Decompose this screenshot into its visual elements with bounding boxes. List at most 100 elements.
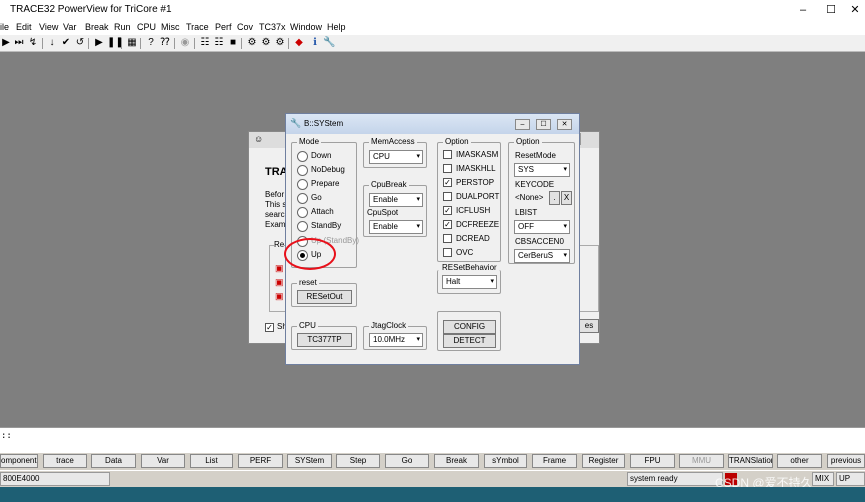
mode-down-radio[interactable]: Down	[297, 149, 331, 162]
option-label: IMASKASM	[456, 150, 499, 159]
option-icflush-checkbox[interactable]: ✓ ICFLUSH	[443, 204, 490, 217]
softkey-step[interactable]: Step	[336, 454, 380, 468]
menu-var[interactable]: Var	[63, 22, 76, 32]
softkey-go[interactable]: Go	[385, 454, 429, 468]
step-down-icon[interactable]: ↓	[46, 37, 58, 49]
command-prompt: ::	[1, 431, 12, 441]
softkey-previous[interactable]: previous	[827, 454, 865, 468]
menu-perf[interactable]: Perf	[215, 22, 232, 32]
dialog-close-button[interactable]: ✕	[557, 119, 572, 130]
step-diverge-icon[interactable]: ↯	[27, 37, 39, 49]
wrench-icon[interactable]: 🔧	[323, 37, 335, 49]
view2-icon[interactable]: ⚙	[260, 37, 272, 49]
grid-icon[interactable]: ☷	[213, 37, 225, 49]
softkey-translation[interactable]: TRANSlation	[728, 454, 773, 468]
softkey-perf[interactable]: PERF	[238, 454, 283, 468]
mode-go-radio[interactable]: Go	[297, 191, 322, 204]
menu-file[interactable]: ile	[0, 22, 9, 32]
mode-nodebug-radio[interactable]: NoDebug	[297, 163, 345, 176]
cpu-button[interactable]: TC377TP	[297, 333, 352, 347]
softkey-symbol[interactable]: sYmbol	[484, 454, 527, 468]
menu-run[interactable]: Run	[114, 22, 131, 32]
keycode-clear-button[interactable]: X	[561, 191, 572, 205]
mode-prepare-radio[interactable]: Prepare	[297, 177, 339, 190]
break-icon[interactable]: ❚❚	[107, 37, 124, 49]
list-icon[interactable]: ☷	[199, 37, 211, 49]
menu-view[interactable]: View	[39, 22, 58, 32]
jtagclock-select[interactable]: 10.0MHz ▾	[369, 333, 423, 347]
go-icon[interactable]: ▶	[93, 37, 105, 49]
mode-standby-radio[interactable]: StandBy	[297, 219, 341, 232]
option-dualport-checkbox[interactable]: DUALPORT	[443, 190, 499, 203]
register-icon[interactable]: ▦	[126, 37, 138, 49]
softkey-register[interactable]: Register	[582, 454, 625, 468]
menu-edit[interactable]: Edit	[16, 22, 32, 32]
resetmode-select[interactable]: SYS ▾	[514, 163, 570, 177]
menu-cov[interactable]: Cov	[237, 22, 253, 32]
annotation-circle-up	[284, 238, 336, 270]
keycode-browse-button[interactable]: .	[549, 191, 560, 205]
help-icon[interactable]: ?	[145, 37, 157, 49]
softkey-fpu[interactable]: FPU	[630, 454, 675, 468]
option-label: DCREAD	[456, 234, 490, 243]
menu-help[interactable]: Help	[327, 22, 346, 32]
file-icon[interactable]: ▣	[275, 291, 284, 302]
memaccess-select[interactable]: CPU ▾	[369, 150, 423, 164]
menu-break[interactable]: Break	[85, 22, 109, 32]
option-label: DCFREEZE	[456, 220, 500, 229]
softkey-trace[interactable]: trace	[43, 454, 87, 468]
dialog-maximize-button[interactable]: ☐	[536, 119, 551, 130]
detect-button[interactable]: DETECT	[443, 334, 496, 348]
mode-attach-radio[interactable]: Attach	[297, 205, 334, 218]
cbsaccen-label: CBSACCEN0	[515, 237, 564, 246]
menu-tc37x[interactable]: TC37x	[259, 22, 286, 32]
softkey-system[interactable]: SYStem	[287, 454, 332, 468]
option-dcfreeze-checkbox[interactable]: ✓ DCFREEZE	[443, 218, 499, 231]
softkey-list[interactable]: List	[190, 454, 233, 468]
option-imaskhll-checkbox[interactable]: IMASKHLL	[443, 162, 496, 175]
return-icon[interactable]: ✔	[60, 37, 72, 49]
maximize-button[interactable]: ☐	[820, 2, 842, 18]
menu-cpu[interactable]: CPU	[137, 22, 156, 32]
option-ovc-checkbox[interactable]: OVC	[443, 246, 473, 259]
softkey-frame[interactable]: Frame	[532, 454, 577, 468]
option-dcread-checkbox[interactable]: DCREAD	[443, 232, 490, 245]
cbsaccen-select[interactable]: CerBeruS ▾	[514, 249, 570, 263]
lbist-select[interactable]: OFF ▾	[514, 220, 570, 234]
cube-icon[interactable]: ◆	[293, 37, 305, 49]
step-icon[interactable]: ▶	[0, 37, 12, 49]
config-button[interactable]: CONFIG	[443, 320, 496, 334]
view3-icon[interactable]: ⚙	[274, 37, 286, 49]
welcome-line-4: Exam	[265, 220, 286, 229]
context-help-icon[interactable]: ⁇	[159, 37, 171, 49]
softkey-break[interactable]: Break	[434, 454, 479, 468]
resetout-button[interactable]: RESetOut	[297, 290, 352, 304]
welcome-show-checkbox[interactable]: ✓ Sh	[265, 322, 287, 332]
resetbehavior-select[interactable]: Halt ▾	[442, 275, 497, 289]
menu-window[interactable]: Window	[290, 22, 322, 32]
option-imaskasm-checkbox[interactable]: IMASKASM	[443, 148, 498, 161]
close-button[interactable]: ✕	[844, 2, 865, 18]
softkey-components[interactable]: omponents	[0, 454, 38, 468]
softkey-data[interactable]: Data	[91, 454, 136, 468]
stop-icon[interactable]: ■	[227, 37, 239, 49]
command-line[interactable]: ::	[0, 427, 865, 453]
option-perstop-checkbox[interactable]: ✓ PERSTOP	[443, 176, 494, 189]
step-over-icon[interactable]: ⏭	[13, 37, 25, 49]
view-icon[interactable]: ⚙	[246, 37, 258, 49]
jtagclock-value: 10.0MHz	[373, 335, 406, 344]
minimize-button[interactable]: –	[792, 2, 814, 18]
cpubreak-select[interactable]: Enable ▾	[369, 193, 423, 207]
welcome-button[interactable]: es	[579, 319, 599, 333]
cpuspot-select[interactable]: Enable ▾	[369, 220, 423, 234]
resetbehavior-label: RESetBehavior	[442, 263, 497, 272]
up-icon[interactable]: ↺	[74, 37, 86, 49]
info-icon[interactable]: ℹ	[309, 37, 321, 49]
menu-misc[interactable]: Misc	[161, 22, 180, 32]
file-icon[interactable]: ▣	[275, 263, 284, 274]
softkey-other[interactable]: other	[777, 454, 822, 468]
softkey-var[interactable]: Var	[141, 454, 185, 468]
menu-trace[interactable]: Trace	[186, 22, 209, 32]
dialog-minimize-button[interactable]: –	[515, 119, 530, 130]
file-icon[interactable]: ▣	[275, 277, 284, 288]
